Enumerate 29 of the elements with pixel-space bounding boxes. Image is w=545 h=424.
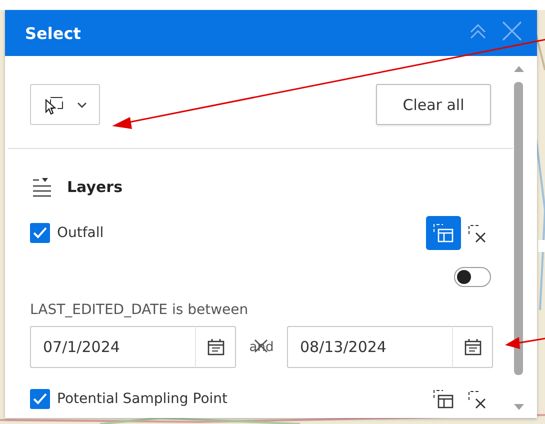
selection-tool-button[interactable]	[30, 84, 100, 125]
toggle-switch[interactable]	[454, 267, 491, 287]
calendar-icon	[206, 338, 224, 356]
clear-all-button[interactable]: Clear all	[376, 84, 491, 125]
layer-name: Outfall	[57, 225, 105, 241]
dashed-box-x-icon	[468, 390, 486, 408]
layer-name: Potential Sampling Point	[57, 391, 229, 407]
table-select-icon	[433, 223, 454, 243]
section-heading: Layers	[67, 178, 122, 196]
table-select-icon	[433, 389, 454, 409]
dashed-box-x-icon	[468, 224, 486, 242]
collapse-icon	[469, 22, 487, 40]
scrollbar-thumb[interactable]	[514, 82, 523, 375]
scroll-down-icon[interactable]	[513, 402, 525, 412]
chevron-down-icon	[77, 100, 87, 108]
annotation-arrow	[505, 337, 545, 349]
checkbox[interactable]	[30, 223, 50, 243]
pointer-select-icon	[43, 94, 65, 114]
date-field[interactable]: 07/1/2024	[30, 326, 195, 368]
calendar-button[interactable]	[195, 326, 236, 368]
calendar-icon	[464, 338, 482, 356]
scroll-up-icon[interactable]	[513, 64, 525, 74]
date-field[interactable]: 08/13/2024	[287, 326, 452, 368]
filter-label: LAST_EDITED_DATE is between	[30, 302, 250, 318]
close-icon	[501, 20, 523, 42]
checkbox[interactable]	[30, 389, 50, 409]
calendar-button[interactable]	[452, 326, 493, 368]
layer-list-icon	[32, 177, 52, 197]
panel-title: Select	[25, 24, 82, 42]
